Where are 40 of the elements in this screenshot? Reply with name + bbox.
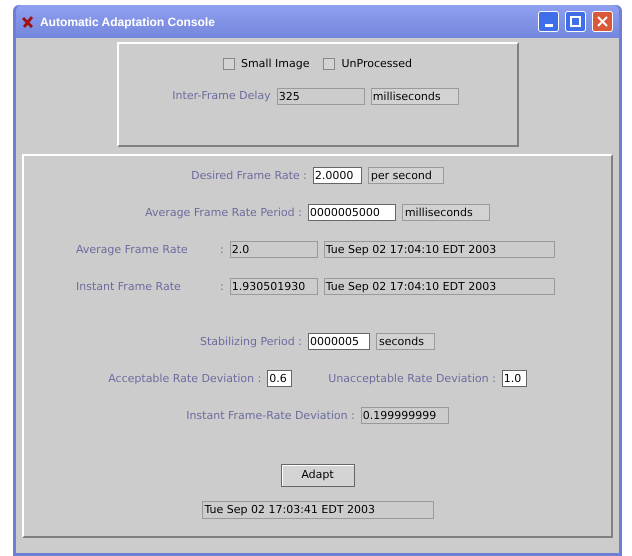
input-field[interactable]: 0000005 [308,333,370,350]
field-label: Average Frame Rate [76,242,189,257]
cross-icon [22,16,34,28]
close-button[interactable] [592,11,613,32]
input-field[interactable]: Tue Sep 02 17:04:10 EDT 2003 [324,278,555,295]
unit-field: milliseconds [370,88,459,104]
adapt-button[interactable]: Adapt [280,464,354,487]
minimize-button[interactable] [538,11,559,32]
input-field[interactable]: 0.6 [267,370,292,387]
field-label: Unacceptable Rate Deviation : [328,371,496,386]
input-field[interactable]: 1.930501930 [230,278,318,295]
checkbox[interactable] [222,58,235,70]
unit-field: seconds [376,333,435,350]
field-label: Instant Frame-Rate Deviation : [186,408,355,423]
field-label: Instant Frame Rate [76,279,182,294]
timestamp-field: Tue Sep 02 17:03:41 EDT 2003 [202,501,434,519]
input-field[interactable]: 0.199999999 [360,407,449,424]
field-label: Stabilizing Period : [200,334,302,349]
checkbox-label: Small Image [240,56,310,72]
field-label: Inter-Frame Delay [172,88,271,104]
unit-field: per second [368,167,444,184]
field-label: Average Frame Rate Period : [145,205,302,220]
input-field[interactable]: 2.0000 [312,167,362,184]
field-label: : [220,279,224,294]
input-field[interactable]: 1.0 [502,370,527,387]
maximize-icon [570,16,581,27]
field-label: : [220,242,224,257]
maximize-button[interactable] [565,11,586,32]
checkbox[interactable] [323,58,336,70]
close-icon [597,16,608,27]
input-field[interactable]: 325 [276,88,365,104]
unit-field: milliseconds [402,204,490,221]
checkbox-label: UnProcessed [341,56,412,72]
field-label: Desired Frame Rate : [191,168,307,183]
input-field[interactable]: Tue Sep 02 17:04:10 EDT 2003 [324,241,555,258]
input-field[interactable]: 0000005000 [308,204,396,221]
field-label: Acceptable Rate Deviation : [108,371,262,386]
minimize-icon [544,24,552,27]
input-field[interactable]: 2.0 [230,241,318,258]
window-title: Automatic Adaptation Console [40,14,215,30]
